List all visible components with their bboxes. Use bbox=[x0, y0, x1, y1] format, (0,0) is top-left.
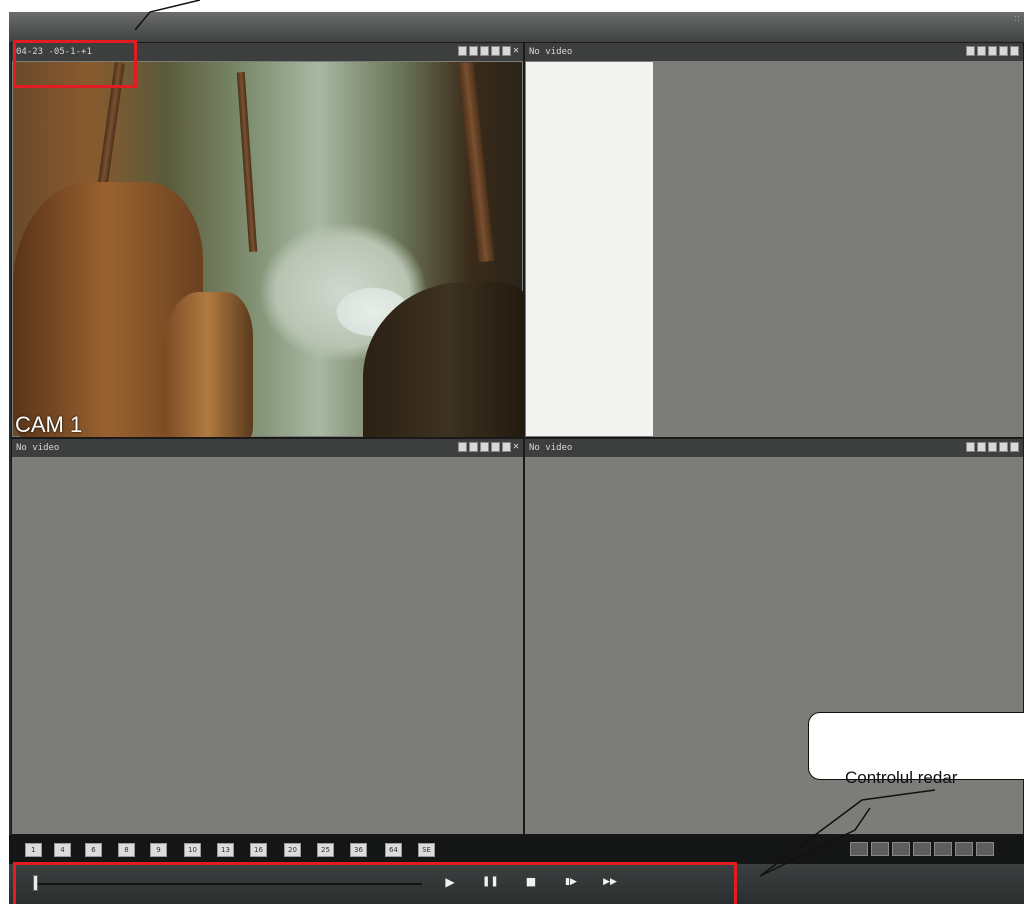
pointer-line-bottom-2 bbox=[759, 807, 871, 877]
pointer-line-top bbox=[134, 0, 201, 31]
annotation-pointers bbox=[134, 0, 936, 877]
